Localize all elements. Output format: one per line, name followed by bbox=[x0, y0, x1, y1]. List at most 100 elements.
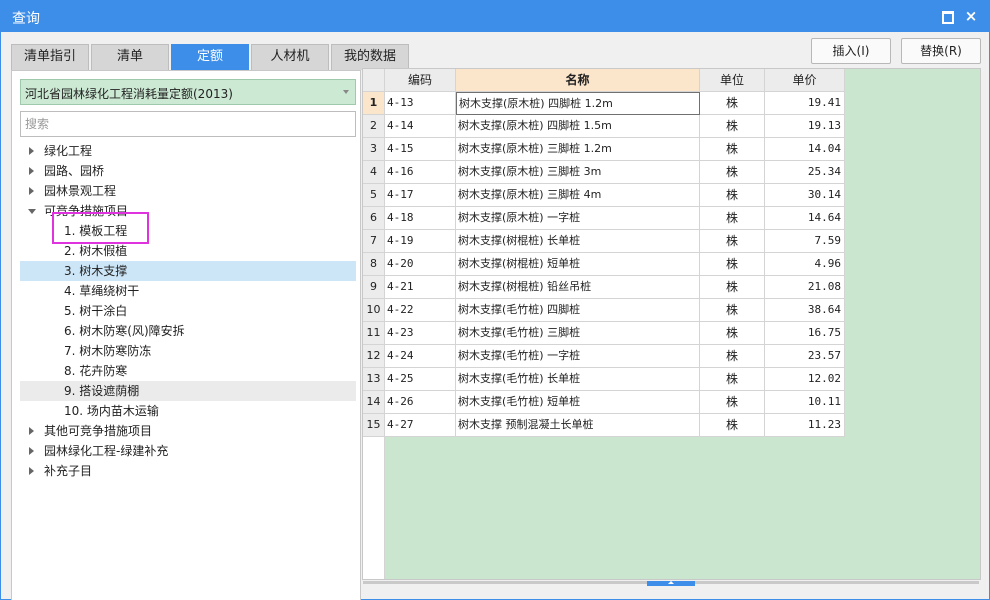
cell-name[interactable]: 树木支撑(树棍桩) 铅丝吊桩 bbox=[456, 276, 700, 299]
tree-child-item[interactable]: 5. 树干涂白 bbox=[20, 301, 356, 321]
cell-code[interactable]: 4-20 bbox=[385, 253, 456, 276]
cell-code[interactable]: 4-14 bbox=[385, 115, 456, 138]
column-header-price[interactable]: 单价 bbox=[765, 69, 845, 92]
row-number[interactable]: 7 bbox=[363, 230, 385, 253]
cell-code[interactable]: 4-15 bbox=[385, 138, 456, 161]
cell-unit[interactable]: 株 bbox=[700, 368, 765, 391]
cell-price[interactable]: 38.64 bbox=[765, 299, 845, 322]
tree-group-item[interactable]: 园路、园桥 bbox=[20, 161, 356, 181]
cell-name[interactable]: 树木支撑(原木桩) 四脚桩 1.5m bbox=[456, 115, 700, 138]
maximize-icon[interactable] bbox=[940, 9, 954, 24]
cell-price[interactable]: 7.59 bbox=[765, 230, 845, 253]
cell-price[interactable]: 11.23 bbox=[765, 414, 845, 437]
cell-name[interactable]: 树木支撑(原木桩) 三脚桩 1.2m bbox=[456, 138, 700, 161]
row-number[interactable]: 12 bbox=[363, 345, 385, 368]
tree-group-item[interactable]: 园林景观工程 bbox=[20, 181, 356, 201]
cell-price[interactable]: 25.34 bbox=[765, 161, 845, 184]
cell-price[interactable]: 14.04 bbox=[765, 138, 845, 161]
cell-name[interactable]: 树木支撑(原木桩) 三脚桩 3m bbox=[456, 161, 700, 184]
caret-right-icon[interactable] bbox=[29, 427, 34, 435]
caret-right-icon[interactable] bbox=[29, 167, 34, 175]
cell-price[interactable]: 19.41 bbox=[765, 92, 845, 115]
caret-down-icon[interactable] bbox=[28, 209, 36, 214]
cell-price[interactable]: 19.13 bbox=[765, 115, 845, 138]
column-header-unit[interactable]: 单位 bbox=[700, 69, 765, 92]
tree-group-item[interactable]: 绿化工程 bbox=[20, 141, 356, 161]
cell-price[interactable]: 12.02 bbox=[765, 368, 845, 391]
cell-unit[interactable]: 株 bbox=[700, 230, 765, 253]
cell-unit[interactable]: 株 bbox=[700, 299, 765, 322]
cell-name[interactable]: 树木支撑(原木桩) 一字桩 bbox=[456, 207, 700, 230]
cell-unit[interactable]: 株 bbox=[700, 92, 765, 115]
cell-name[interactable]: 树木支撑 预制混凝土长单桩 bbox=[456, 414, 700, 437]
row-number[interactable]: 15 bbox=[363, 414, 385, 437]
tree-child-item[interactable]: 2. 树木假植 bbox=[20, 241, 356, 261]
cell-code[interactable]: 4-19 bbox=[385, 230, 456, 253]
cell-unit[interactable]: 株 bbox=[700, 322, 765, 345]
caret-right-icon[interactable] bbox=[29, 187, 34, 195]
chevron-up-icon[interactable] bbox=[647, 581, 695, 586]
cell-unit[interactable]: 株 bbox=[700, 391, 765, 414]
tree-child-item[interactable]: 7. 树木防寒防冻 bbox=[20, 341, 356, 361]
cell-price[interactable]: 14.64 bbox=[765, 207, 845, 230]
cell-price[interactable]: 23.57 bbox=[765, 345, 845, 368]
row-number[interactable]: 6 bbox=[363, 207, 385, 230]
close-icon[interactable]: × bbox=[964, 9, 978, 24]
cell-code[interactable]: 4-26 bbox=[385, 391, 456, 414]
cell-name[interactable]: 树木支撑(毛竹桩) 长单桩 bbox=[456, 368, 700, 391]
cell-name[interactable]: 树木支撑(树棍桩) 长单桩 bbox=[456, 230, 700, 253]
cell-unit[interactable]: 株 bbox=[700, 115, 765, 138]
cell-unit[interactable]: 株 bbox=[700, 276, 765, 299]
column-header-code[interactable]: 编码 bbox=[385, 69, 456, 92]
row-number[interactable]: 8 bbox=[363, 253, 385, 276]
cell-unit[interactable]: 株 bbox=[700, 184, 765, 207]
tree-child-item[interactable]: 10. 场内苗木运输 bbox=[20, 401, 356, 421]
cell-name[interactable]: 树木支撑(毛竹桩) 短单桩 bbox=[456, 391, 700, 414]
cell-unit[interactable]: 株 bbox=[700, 253, 765, 276]
cell-code[interactable]: 4-18 bbox=[385, 207, 456, 230]
cell-unit[interactable]: 株 bbox=[700, 345, 765, 368]
cell-unit[interactable]: 株 bbox=[700, 138, 765, 161]
tab-bill-guide[interactable]: 清单指引 bbox=[11, 44, 89, 70]
cell-unit[interactable]: 株 bbox=[700, 414, 765, 437]
cell-name[interactable]: 树木支撑(原木桩) 四脚桩 1.2m bbox=[456, 92, 700, 115]
cell-code[interactable]: 4-17 bbox=[385, 184, 456, 207]
cell-code[interactable]: 4-27 bbox=[385, 414, 456, 437]
cell-code[interactable]: 4-13 bbox=[385, 92, 456, 115]
tree-child-item[interactable]: 6. 树木防寒(风)障安拆 bbox=[20, 321, 356, 341]
tree-child-item[interactable]: 4. 草绳绕树干 bbox=[20, 281, 356, 301]
cell-code[interactable]: 4-25 bbox=[385, 368, 456, 391]
cell-price[interactable]: 4.96 bbox=[765, 253, 845, 276]
cell-code[interactable]: 4-24 bbox=[385, 345, 456, 368]
caret-right-icon[interactable] bbox=[29, 467, 34, 475]
row-number[interactable]: 10 bbox=[363, 299, 385, 322]
library-select[interactable]: 河北省园林绿化工程消耗量定额(2013) bbox=[20, 79, 356, 105]
row-number[interactable]: 9 bbox=[363, 276, 385, 299]
row-number[interactable]: 2 bbox=[363, 115, 385, 138]
cell-price[interactable]: 21.08 bbox=[765, 276, 845, 299]
tree-child-item[interactable]: 9. 搭设遮荫棚 bbox=[20, 381, 356, 401]
cell-name[interactable]: 树木支撑(毛竹桩) 四脚桩 bbox=[456, 299, 700, 322]
search-input[interactable] bbox=[20, 111, 356, 137]
cell-unit[interactable]: 株 bbox=[700, 161, 765, 184]
cell-code[interactable]: 4-22 bbox=[385, 299, 456, 322]
cell-name[interactable]: 树木支撑(毛竹桩) 三脚桩 bbox=[456, 322, 700, 345]
cell-code[interactable]: 4-21 bbox=[385, 276, 456, 299]
row-number[interactable]: 5 bbox=[363, 184, 385, 207]
row-number[interactable]: 11 bbox=[363, 322, 385, 345]
cell-name[interactable]: 树木支撑(树棍桩) 短单桩 bbox=[456, 253, 700, 276]
caret-right-icon[interactable] bbox=[29, 147, 34, 155]
cell-code[interactable]: 4-23 bbox=[385, 322, 456, 345]
replace-button[interactable]: 替换(R) bbox=[901, 38, 981, 64]
row-number[interactable]: 1 bbox=[363, 92, 385, 115]
cell-price[interactable]: 16.75 bbox=[765, 322, 845, 345]
row-number[interactable]: 3 bbox=[363, 138, 385, 161]
cell-price[interactable]: 30.14 bbox=[765, 184, 845, 207]
cell-name[interactable]: 树木支撑(毛竹桩) 一字桩 bbox=[456, 345, 700, 368]
cell-price[interactable]: 10.11 bbox=[765, 391, 845, 414]
tab-my-data[interactable]: 我的数据 bbox=[331, 44, 409, 70]
tree-group-item[interactable]: 补充子目 bbox=[20, 461, 356, 481]
column-header-name[interactable]: 名称 bbox=[456, 69, 700, 92]
cell-name[interactable]: 树木支撑(原木桩) 三脚桩 4m bbox=[456, 184, 700, 207]
tree-child-item[interactable]: 3. 树木支撑 bbox=[20, 261, 356, 281]
